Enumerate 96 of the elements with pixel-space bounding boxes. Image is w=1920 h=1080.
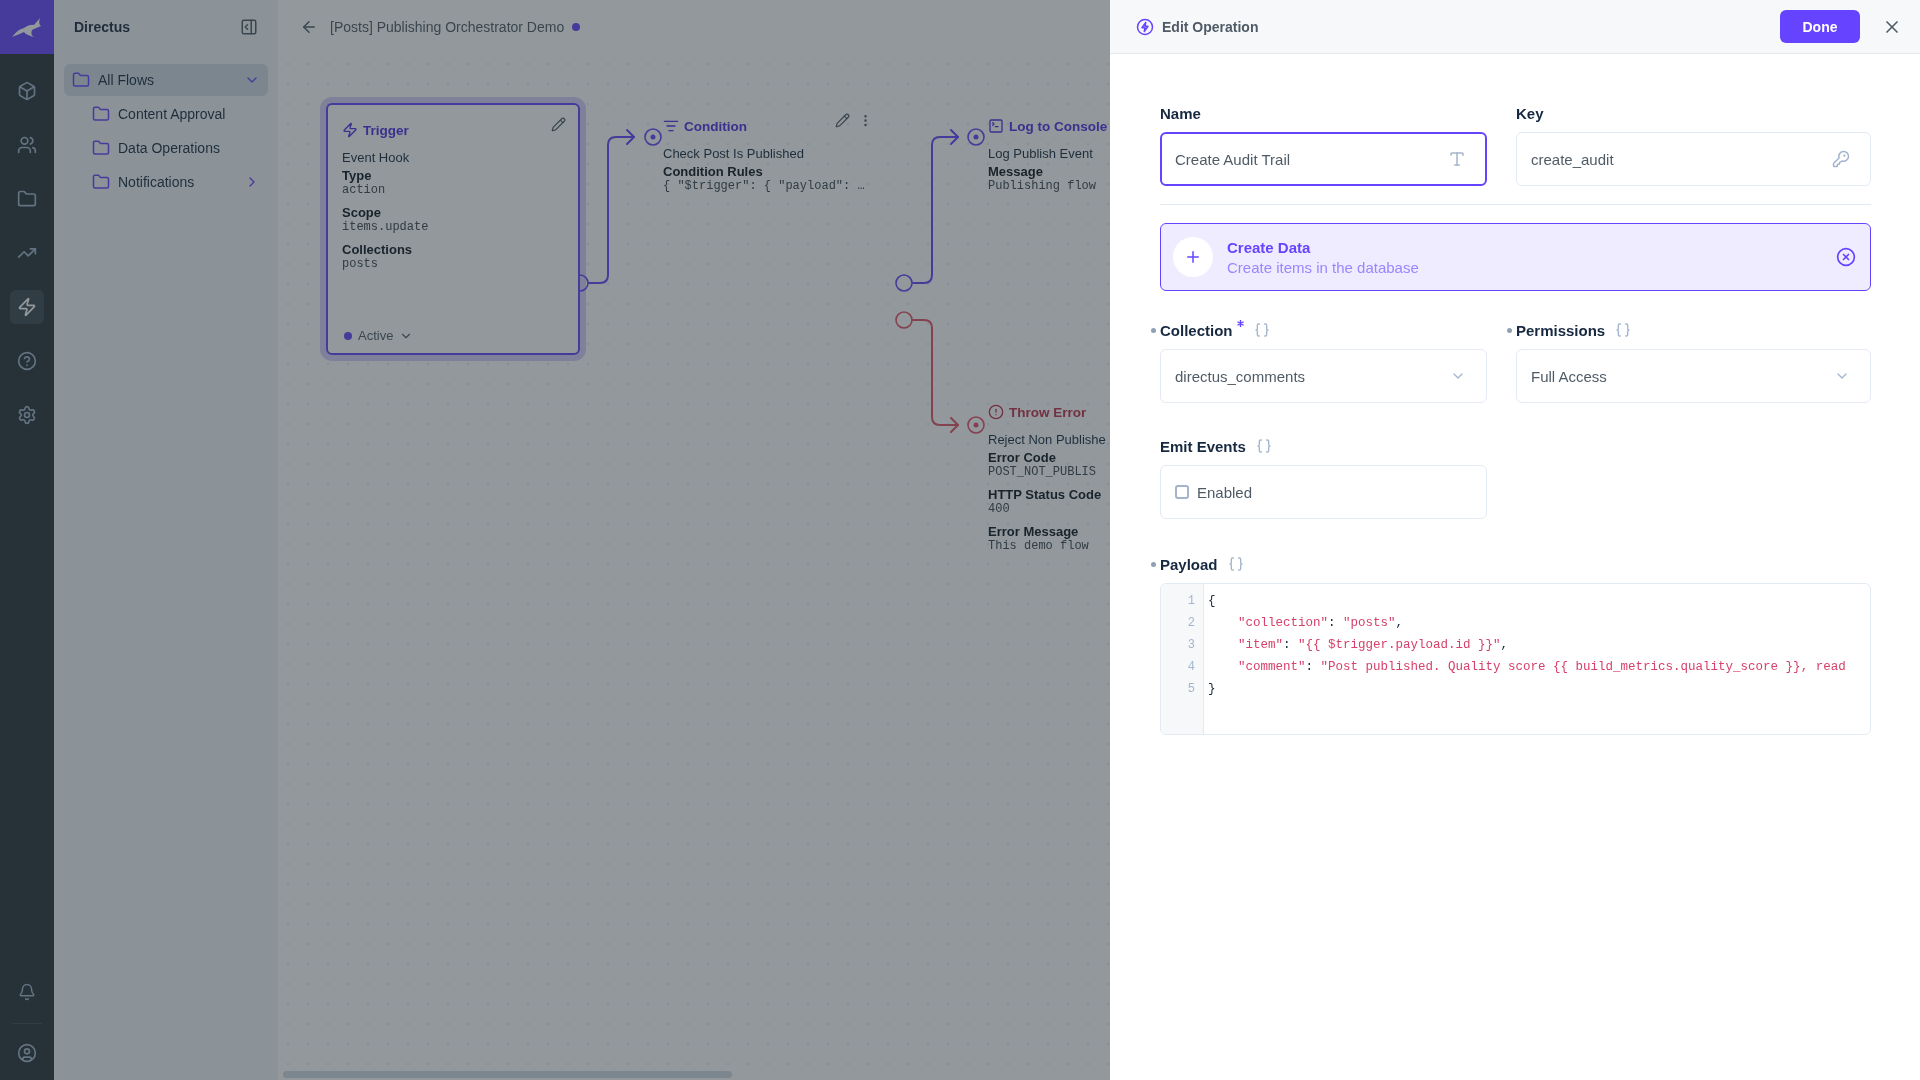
node-field-label: Scope — [342, 205, 381, 220]
node-field-value: action — [342, 183, 386, 197]
code-line: } — [1208, 681, 1217, 698]
node-field-label: Error Message — [988, 524, 1079, 539]
terminal-icon — [988, 118, 1004, 134]
operation-title: Create Data — [1227, 238, 1312, 256]
code-line: { — [1208, 593, 1217, 610]
node-name: Check Post Is Published — [663, 146, 804, 161]
node-field-value: posts — [342, 257, 378, 271]
node-title: Log to Console — [1009, 118, 1108, 134]
node-title: Trigger — [363, 122, 409, 138]
braces-icon[interactable] — [1227, 556, 1244, 572]
required-icon — [1236, 320, 1244, 327]
settings-icon — [17, 405, 37, 425]
code-line: "collection": "posts", — [1237, 615, 1405, 632]
name-input[interactable]: Create Audit Trail — [1160, 132, 1487, 186]
user-icon — [17, 1043, 37, 1063]
filter-icon — [663, 118, 679, 134]
nav-item[interactable]: Data Operations — [64, 132, 268, 164]
braces-icon[interactable] — [1615, 322, 1632, 338]
node-field-value: 400 — [988, 502, 1010, 516]
node-name: Reject Non Publishe — [988, 432, 1106, 447]
line-number: 3 — [1186, 637, 1196, 654]
line-number: 5 — [1186, 681, 1196, 698]
line-number: 2 — [1186, 615, 1196, 632]
flow-title: [Posts] Publishing Orchestrator Demo — [330, 19, 565, 35]
key-input[interactable]: create_audit — [1516, 132, 1871, 186]
project-title: Directus — [74, 19, 131, 35]
folder-icon — [92, 105, 110, 123]
node-title: Throw Error — [1009, 404, 1087, 420]
folder-icon — [72, 71, 90, 89]
box-icon — [17, 81, 37, 101]
folder-icon — [92, 173, 110, 191]
node-field-value: Publishing flow — [988, 179, 1097, 193]
status-dropdown[interactable]: Active — [358, 328, 394, 343]
input-handle-icon[interactable] — [967, 416, 985, 434]
input-handle-icon[interactable] — [644, 128, 662, 146]
operation-card[interactable]: Create Data Create items in the database — [1160, 223, 1871, 291]
node-field-value: This demo flow — [988, 539, 1089, 553]
edit-icon[interactable] — [551, 117, 566, 132]
logo-icon[interactable] — [0, 0, 54, 54]
nav-item[interactable]: Content Approval — [64, 98, 268, 130]
bolt-icon — [17, 297, 37, 317]
folder-icon — [17, 189, 37, 209]
checkbox[interactable] — [1175, 485, 1189, 499]
toggle-field[interactable]: Enabled — [1160, 465, 1487, 519]
field-label: Emit Events — [1160, 437, 1246, 455]
code-line: "item": "{{ $trigger.payload.id }}", — [1237, 637, 1510, 654]
node-field-value: { "$trigger": { "payload": … — [663, 179, 865, 193]
collection-select[interactable]: directus_comments — [1160, 349, 1487, 403]
input-handle-icon[interactable] — [967, 128, 985, 146]
plus-icon — [1173, 237, 1213, 277]
field-label: Payload — [1160, 555, 1218, 573]
line-number: 1 — [1186, 593, 1196, 610]
node-name: Log Publish Event — [988, 146, 1093, 161]
node-field-label: Collections — [342, 242, 413, 257]
users-icon — [17, 135, 37, 155]
node-field-value: items.update — [342, 220, 429, 234]
braces-icon[interactable] — [1253, 322, 1270, 338]
done-button[interactable]: Done — [1780, 10, 1860, 43]
node-card[interactable]: Trigger Event Hook Type action Scope items.update Collections posts Active — [326, 103, 580, 355]
key-icon — [1832, 150, 1850, 168]
module-button[interactable] — [10, 290, 44, 324]
alert-icon — [988, 404, 1004, 420]
node-title: Condition — [684, 118, 747, 134]
nav-item[interactable]: Notifications — [64, 166, 268, 198]
field-label: Name — [1160, 104, 1201, 122]
node-field-label: Type — [342, 168, 372, 183]
node-field-label: Error Code — [988, 450, 1056, 465]
line-number: 4 — [1186, 659, 1196, 676]
drawer-title: Edit Operation — [1162, 18, 1260, 35]
braces-icon[interactable] — [1255, 438, 1272, 454]
field-label: Key — [1516, 104, 1544, 122]
panel-icon — [240, 18, 258, 36]
clear-icon[interactable] — [1836, 247, 1856, 267]
folder-icon — [92, 139, 110, 157]
node-field-value: POST_NOT_PUBLIS — [988, 465, 1097, 479]
code-line: "comment": "Post published. Quality score {{ build_metrics.quality_score }}, read — [1237, 659, 1847, 676]
field-label: Permissions — [1516, 321, 1606, 339]
permissions-select[interactable]: Full Access — [1516, 349, 1871, 403]
node-field-label: Message — [988, 164, 1043, 179]
nav-item[interactable]: All Flows — [64, 64, 268, 96]
text-icon — [1448, 150, 1466, 168]
node-name: Event Hook — [342, 150, 410, 165]
node-field-label: HTTP Status Code — [988, 487, 1102, 502]
bolt-icon — [342, 122, 358, 138]
back-button[interactable] — [300, 18, 318, 36]
collapse-panel-button[interactable] — [240, 18, 258, 36]
edit-icon[interactable] — [835, 113, 850, 128]
code-editor[interactable]: 1 2 3 4 5 { "collection": "posts", "item": "{{ $trigger.payload.id }}", "comment": "Post published. Quality score {{ build_metrics.quality_score }}, read } — [1160, 583, 1871, 735]
help-icon — [17, 351, 37, 371]
field-label: Collection — [1160, 321, 1233, 339]
node-field-label: Condition Rules — [663, 164, 763, 179]
bolt-icon — [1136, 17, 1154, 36]
operation-description: Create items in the database — [1227, 258, 1420, 276]
bell-icon — [18, 983, 36, 1001]
